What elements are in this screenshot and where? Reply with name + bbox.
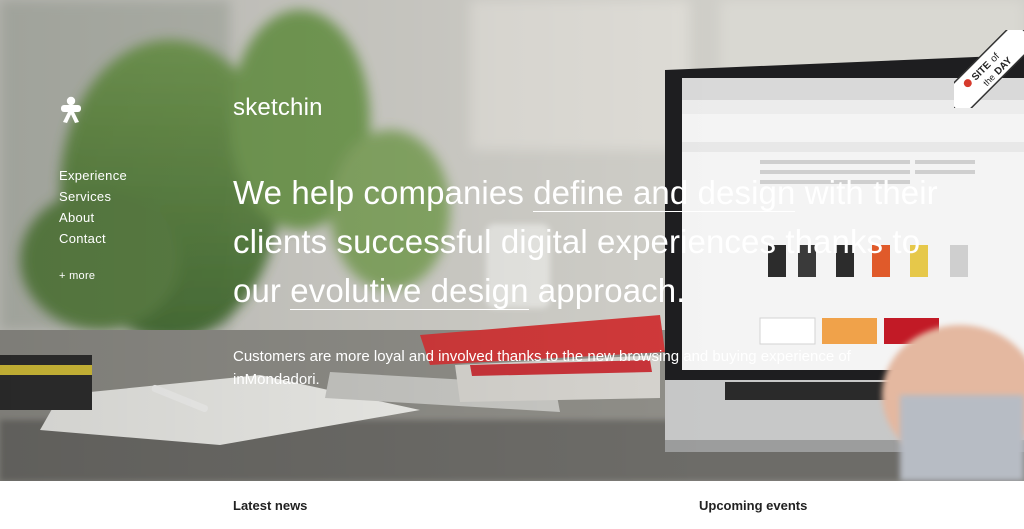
nav-item-contact[interactable]: Contact [59, 231, 127, 252]
brand-name[interactable]: sketchin [233, 94, 323, 122]
main-nav: Experience Services About Contact [59, 168, 127, 252]
define-and-design-link[interactable]: define and design [533, 174, 796, 212]
nav-item-experience[interactable]: Experience [59, 168, 127, 189]
hero-headline: We help companies define and design with… [233, 168, 953, 315]
footer-bar: Latest news Upcoming events [0, 481, 1024, 529]
evolutive-design-link[interactable]: evolutive design [290, 272, 529, 310]
upcoming-events-heading[interactable]: Upcoming events [699, 498, 807, 513]
site-of-the-day-badge[interactable]: SITE of the DAY [954, 30, 1024, 108]
hero-subline: Customers are more loyal and involved th… [233, 348, 851, 388]
nav-more-link[interactable]: + more [59, 270, 95, 282]
nav-item-services[interactable]: Services [59, 189, 127, 210]
asterisk-icon[interactable] [57, 96, 85, 124]
headline-text: We help companies [233, 174, 534, 211]
headline-text: approach. [528, 272, 686, 309]
nav-item-about[interactable]: About [59, 210, 127, 231]
page: sketchin Experience Services About Conta… [0, 0, 1024, 529]
latest-news-heading[interactable]: Latest news [233, 498, 307, 513]
